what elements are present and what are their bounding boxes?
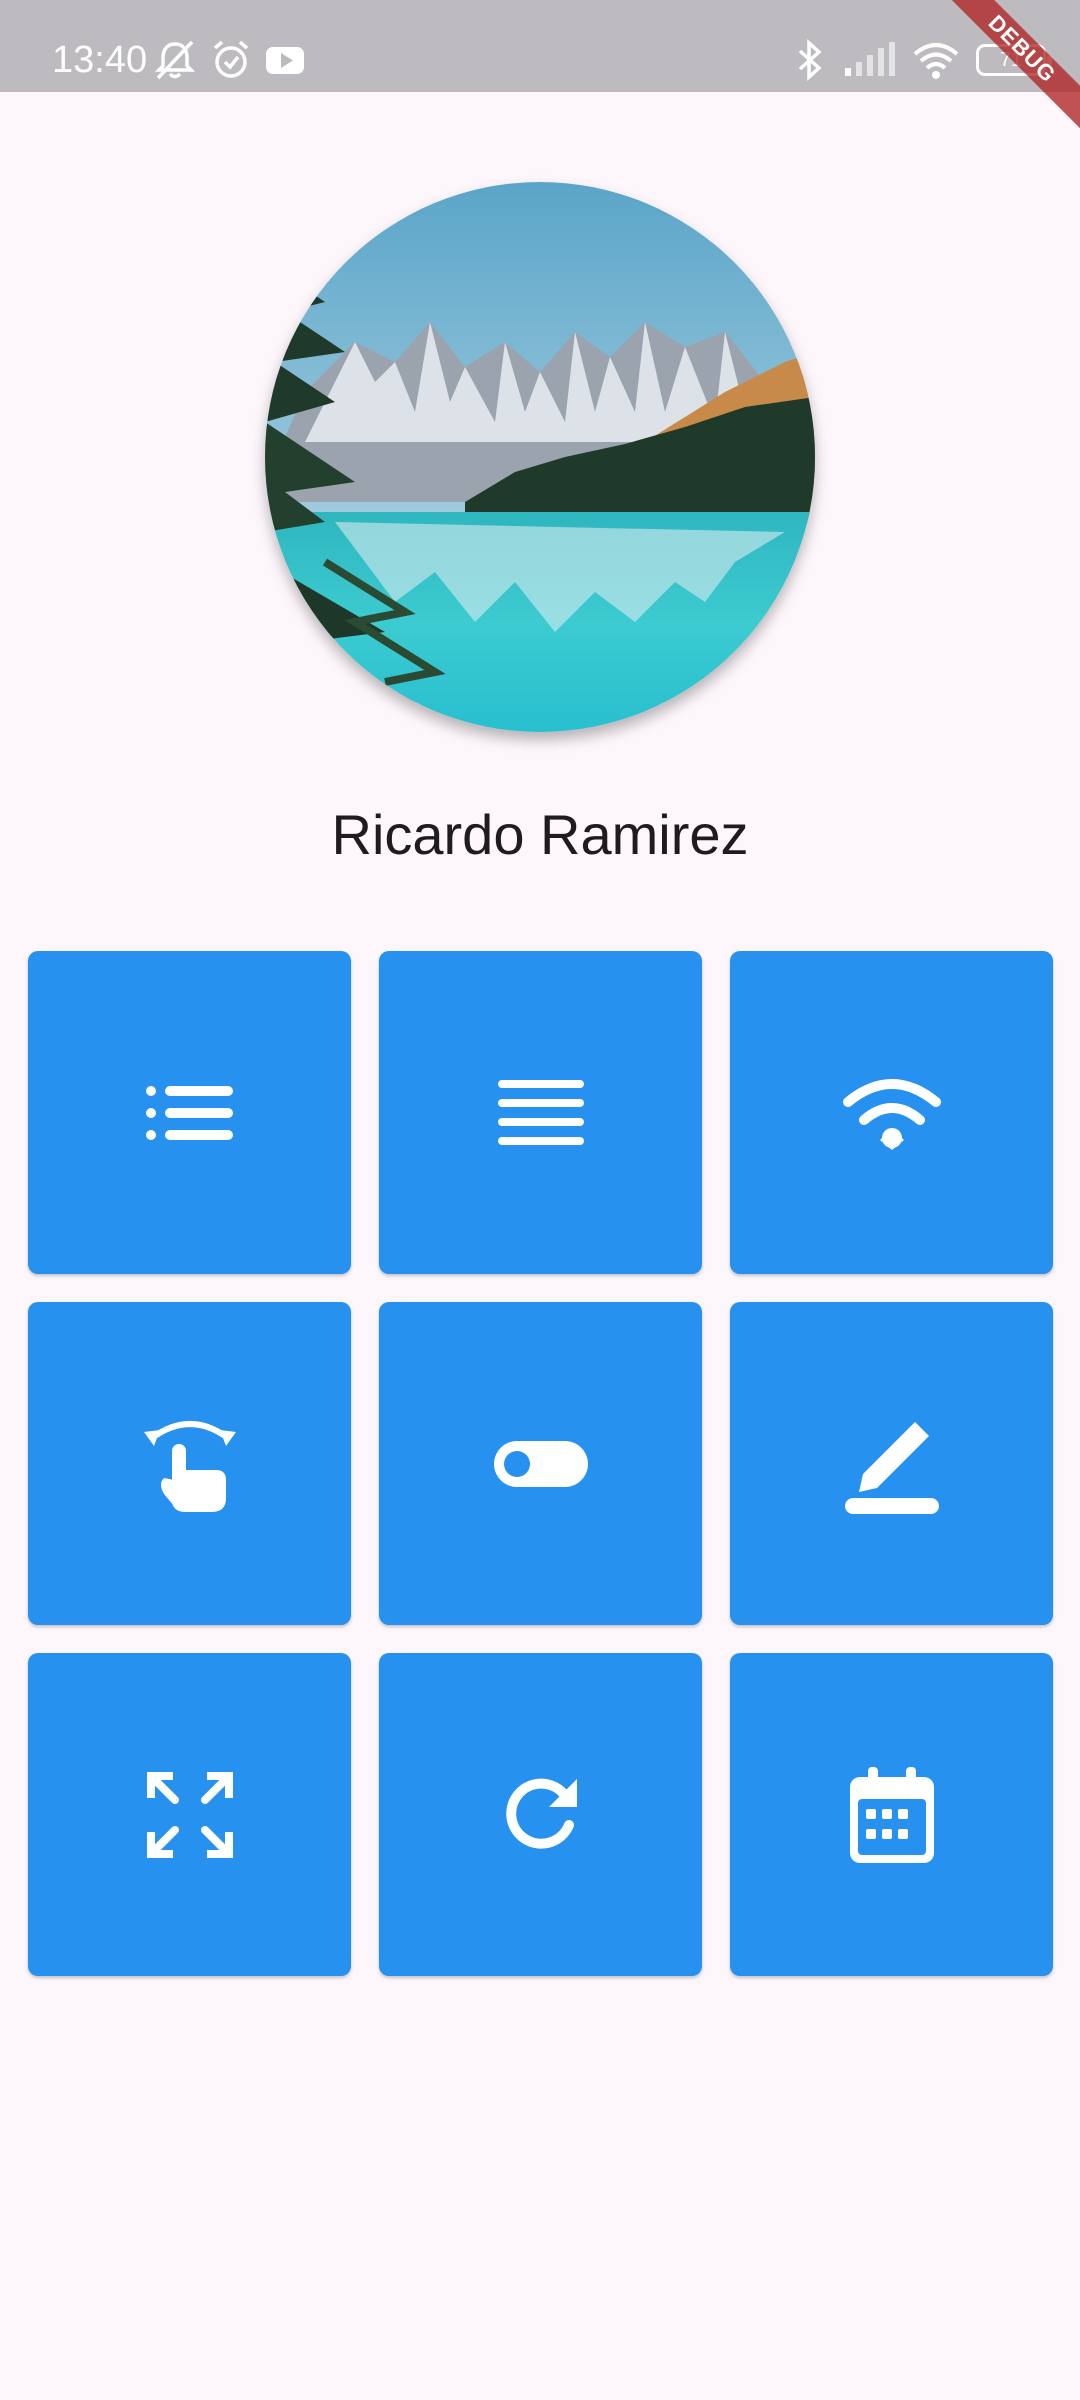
toggle-button[interactable] xyxy=(379,1302,702,1625)
refresh-icon xyxy=(501,1775,581,1855)
profile-name: Ricardo Ramirez xyxy=(331,803,749,866)
avatar[interactable] xyxy=(265,182,815,732)
alarm-icon xyxy=(210,38,252,82)
wifi-button[interactable] xyxy=(730,951,1053,1274)
edit-icon xyxy=(844,1412,939,1516)
notifications-muted-icon xyxy=(152,38,198,82)
refresh-button[interactable] xyxy=(379,1653,702,1976)
align-justify-button[interactable] xyxy=(379,951,702,1274)
wifi-icon xyxy=(842,1076,942,1150)
bluetooth-icon xyxy=(794,38,826,82)
youtube-icon xyxy=(264,38,306,82)
toggle-icon xyxy=(493,1440,588,1487)
align-justify-icon xyxy=(497,1079,584,1146)
calendar-button[interactable] xyxy=(730,1653,1053,1976)
fullscreen-icon xyxy=(146,1771,233,1858)
swipe-gesture-icon xyxy=(142,1414,238,1514)
list-button[interactable] xyxy=(28,951,351,1274)
status-bar: 13:40 xyxy=(0,0,1080,92)
action-grid xyxy=(28,951,1053,1976)
edit-button[interactable] xyxy=(730,1302,1053,1625)
status-time: 13:40 xyxy=(52,39,148,81)
status-icons-left xyxy=(152,36,306,84)
wifi-signal-icon xyxy=(912,38,960,82)
swipe-gesture-button[interactable] xyxy=(28,1302,351,1625)
list-icon xyxy=(145,1083,235,1143)
fullscreen-button[interactable] xyxy=(28,1653,351,1976)
calendar-icon xyxy=(849,1766,934,1863)
cellular-signal-icon xyxy=(842,38,896,82)
